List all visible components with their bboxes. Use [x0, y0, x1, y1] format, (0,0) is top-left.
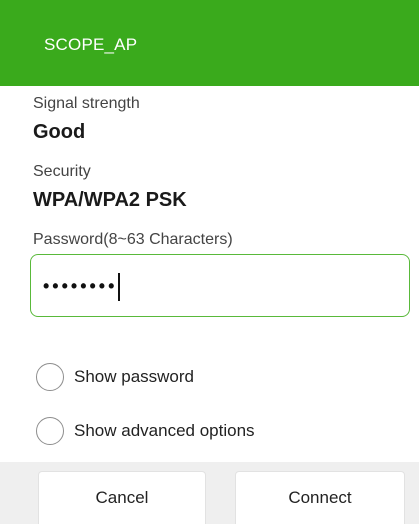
dialog-title-bar: SCOPE_AP — [0, 0, 419, 86]
wifi-connect-dialog: SCOPE_AP Signal strength Good Security W… — [0, 0, 419, 524]
password-label: Password(8~63 Characters) — [33, 231, 233, 248]
signal-strength-value: Good — [33, 121, 86, 143]
password-masked-text: •••••••• — [43, 273, 121, 301]
show-advanced-options-option[interactable]: Show advanced options — [36, 416, 255, 446]
show-password-radio[interactable] — [36, 363, 64, 391]
signal-strength-label: Signal strength — [33, 95, 140, 112]
show-advanced-options-label: Show advanced options — [74, 421, 255, 440]
text-cursor — [118, 273, 121, 301]
security-label: Security — [33, 163, 91, 180]
cancel-button[interactable]: Cancel — [38, 471, 206, 524]
dialog-button-bar: Cancel Connect — [0, 462, 419, 524]
security-value: WPA/WPA2 PSK — [33, 189, 187, 211]
password-input[interactable]: •••••••• — [30, 254, 410, 317]
connect-button[interactable]: Connect — [235, 471, 405, 524]
network-name-title: SCOPE_AP — [44, 35, 138, 54]
show-password-option[interactable]: Show password — [36, 362, 194, 392]
show-advanced-options-radio[interactable] — [36, 417, 64, 445]
show-password-label: Show password — [74, 367, 195, 386]
